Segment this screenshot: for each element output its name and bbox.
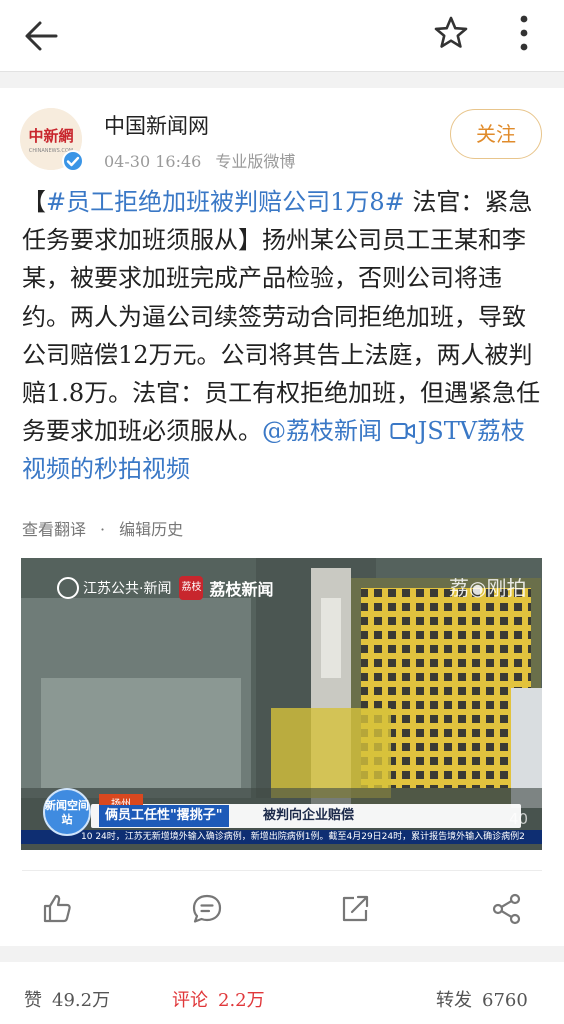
comment-icon: [192, 894, 222, 923]
like-button[interactable]: [40, 892, 74, 926]
litchi-name: 荔枝新闻: [209, 580, 274, 599]
favorite-button[interactable]: [428, 10, 474, 56]
video-timecode: 40: [509, 810, 529, 828]
back-button[interactable]: [20, 14, 64, 58]
comments-label: 评论: [172, 990, 208, 1011]
post-timestamp: 04-30 16:46: [104, 152, 202, 171]
likes-label: 赞: [24, 990, 42, 1011]
likes-count: 49.2万: [52, 990, 111, 1011]
comments-tab[interactable]: 评论 2.2万: [172, 986, 265, 1012]
subrow-separator: ·: [100, 520, 106, 539]
mention-link[interactable]: @荔枝新闻: [262, 417, 382, 445]
video-player[interactable]: 江苏公共·新闻 荔枝 荔枝新闻 荔◉刚拍 扬州 俩员工任性"撂挑子" 被判向企业…: [21, 558, 542, 850]
reposts-tab[interactable]: 转发 6760: [436, 986, 528, 1012]
author-name[interactable]: 中国新闻网: [104, 110, 209, 140]
post-card: 中新網 CHINANEWS.COM 中国新闻网 04-30 16:46 专业版微博…: [0, 88, 564, 946]
post-text: 【#员工拒绝加班被判赔公司1万8# 法官：紧急任务要求加班须服从】扬州某公司员工…: [22, 183, 542, 489]
follow-button[interactable]: 关注: [450, 109, 542, 159]
hashtag-link[interactable]: #员工拒绝加班被判赔公司1万8#: [46, 188, 405, 216]
verified-badge: [62, 150, 84, 172]
channel-watermark: 江苏公共·新闻 荔枝 荔枝新闻: [57, 576, 273, 600]
channel-name: 江苏公共·新闻: [83, 581, 172, 597]
news-ticker: 10 24时，江苏无新增境外输入确诊病例，新增出院病例1例。截至4月29日24时…: [21, 830, 542, 844]
reposts-label: 转发: [436, 990, 472, 1011]
repost-button[interactable]: [338, 892, 372, 926]
comment-button[interactable]: [190, 892, 224, 926]
post-text-body: 法官：紧急任务要求加班须服从】扬州某公司员工王某和李某，被要求加班完成产品检验，…: [22, 188, 541, 446]
share-nodes-icon: [492, 893, 521, 925]
stats-bar: 赞 49.2万 评论 2.2万 转发 6760: [0, 962, 564, 1024]
edit-history-link[interactable]: 编辑历史: [119, 520, 183, 539]
more-button[interactable]: [508, 10, 540, 56]
post-source: 专业版微博: [215, 152, 296, 171]
post-text-open: 【: [22, 188, 46, 216]
reposts-count: 6760: [482, 990, 528, 1011]
headline-rest: 被判向企业赔偿: [263, 808, 355, 823]
jiangsu-logo-icon: [57, 577, 79, 599]
miaopai-watermark: 荔◉刚拍: [449, 576, 527, 600]
more-vertical-icon: [520, 15, 528, 51]
thumbs-up-icon: [43, 894, 71, 923]
headline-highlight: 俩员工任性"撂挑子": [99, 805, 229, 827]
video-camera-icon: [390, 423, 415, 440]
action-divider: [22, 870, 542, 871]
post-subrow: 查看翻译 · 编辑历史: [22, 516, 183, 540]
share-arrow-icon: [342, 895, 369, 922]
litchi-logo-icon: 荔枝: [179, 576, 204, 600]
avatar-logo-text: 中新網: [28, 127, 73, 145]
post-meta: 04-30 16:46 专业版微博: [104, 148, 295, 172]
arrow-left-icon: [25, 21, 58, 51]
share-button[interactable]: [490, 892, 524, 926]
top-bar: [0, 0, 564, 72]
translate-link[interactable]: 查看翻译: [22, 520, 86, 539]
star-icon: [434, 16, 468, 48]
comments-count: 2.2万: [218, 990, 265, 1011]
check-icon: [66, 156, 80, 167]
likes-tab[interactable]: 赞 49.2万: [24, 986, 110, 1012]
program-badge: 新闻空间站: [43, 788, 91, 836]
